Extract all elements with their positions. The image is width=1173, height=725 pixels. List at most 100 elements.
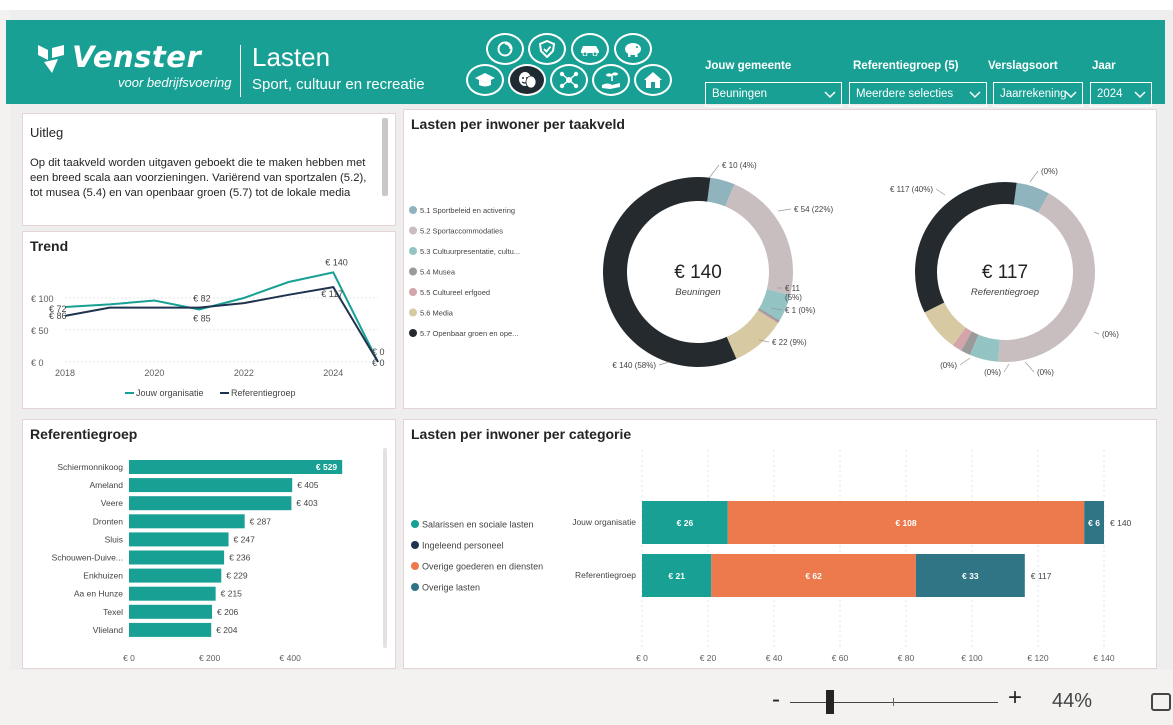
bar-segment-label: € 26 (677, 518, 694, 528)
donut-center-value: € 140 (674, 262, 722, 283)
legend-dot (409, 308, 417, 317)
finance-icon[interactable] (486, 33, 524, 65)
bar-category-label: Jouw organisatie (572, 517, 636, 527)
piggybank-icon[interactable] (614, 33, 652, 65)
house-icon[interactable] (634, 64, 672, 96)
y-tick-label: € 0 (31, 358, 44, 368)
series-line (64, 271, 379, 363)
referentiegroep-dropdown[interactable]: Meerdere selecties (849, 82, 987, 107)
uitleg-text: Op dit taakveld worden uitgaven geboekt … (30, 157, 367, 199)
legend-label: Jouw organisatie (136, 388, 204, 398)
legend-dot (409, 226, 417, 235)
fit-to-page-icon[interactable] (1151, 693, 1171, 711)
slice-label: (0%) (984, 368, 1001, 377)
bar (129, 496, 292, 511)
hand-plant-icon[interactable] (592, 64, 630, 96)
bar (129, 514, 245, 529)
gemeente-dropdown[interactable]: Beuningen (705, 82, 842, 107)
y-tick-label: € 50 (31, 326, 49, 336)
top-strip (0, 0, 1173, 10)
zoom-in-button[interactable]: + (1008, 684, 1022, 712)
bar (129, 622, 212, 637)
bar-segment-label: € 21 (668, 571, 685, 581)
bar-value-label: € 206 (217, 607, 239, 617)
referentiegroep-scrollbar[interactable] (383, 448, 387, 648)
legend-label: Overige goederen en diensten (422, 562, 543, 572)
x-tick-label: € 0 (636, 653, 648, 663)
bar-value-label: € 229 (226, 571, 248, 581)
taakveld-chart: 5.1 Sportbeleid en activering 5.2 Sportac… (409, 161, 1119, 377)
legend-dot (411, 562, 419, 570)
car-icon[interactable] (571, 33, 609, 65)
leader-line (935, 188, 946, 196)
x-tick-label: € 80 (898, 653, 915, 663)
referentiegroep-dropdown-value: Meerdere selecties (856, 88, 954, 100)
leader-line (1029, 170, 1039, 183)
legend-label: Referentiegroep (231, 388, 296, 398)
graduation-cap-icon[interactable] (466, 64, 504, 96)
zoom-slider-thumb[interactable] (826, 690, 834, 714)
bar-category-label: Schiermonnikoog (57, 462, 123, 472)
leader-line (959, 357, 971, 366)
chevron-down-icon (1065, 91, 1077, 99)
page-title: Lasten (252, 42, 331, 72)
bar-total-label: € 117 (1031, 571, 1052, 581)
venster-logo-icon (38, 45, 64, 73)
legend-dot (411, 520, 419, 528)
donut-center-value: € 117 (982, 262, 1028, 283)
zoom-out-button[interactable]: - (772, 686, 780, 714)
legend-label: 5.7 Openbaar groen en ope... (420, 329, 518, 338)
social-icon[interactable] (550, 64, 588, 96)
legend-label: Salarissen en sociale lasten (422, 520, 534, 530)
leader-line (708, 164, 720, 179)
legend-dot (409, 288, 417, 296)
chevron-down-icon (824, 91, 836, 99)
referentiegroep-chart: € 0 € 200 € 400 Schiermonnikoog € 529 Ameland… (52, 460, 343, 663)
bar-category-label: Veere (101, 498, 123, 508)
bar-value-label: € 403 (296, 498, 318, 508)
slice-label: (0%) (1102, 330, 1119, 339)
legend-label: 5.1 Sportbeleid en activering (420, 206, 515, 215)
donut-center-label: Referentiegroep (971, 287, 1039, 298)
data-label: € 140 (325, 257, 348, 267)
slice-label: € 140 (58%) (612, 361, 656, 370)
shield-icon[interactable] (528, 33, 566, 65)
legend-label: 5.4 Musea (420, 268, 456, 277)
slice-label: € 117 (40%) (890, 185, 933, 194)
x-tick-label: 2018 (55, 368, 75, 378)
bar-category-label: Dronten (93, 516, 124, 526)
bar-segment-label: € 62 (805, 571, 822, 581)
jaar-dropdown[interactable]: 2024 (1090, 82, 1152, 107)
slice-label: € 10 (4%) (722, 161, 757, 170)
donut-center-label: Beuningen (675, 287, 720, 298)
uitleg-scrollbar[interactable] (382, 118, 388, 196)
bar (129, 586, 216, 601)
bar-value-label: € 215 (221, 589, 243, 599)
report-header: Venster voor bedrijfsvoering Lasten Spor… (6, 20, 1165, 107)
bar-value-label: € 287 (250, 516, 272, 526)
categorie-chart: € 0 € 20 € 40 € 60 € 80 € 100 € 120 € 140 Salari… (411, 450, 1132, 663)
x-tick-label: 2024 (323, 368, 343, 378)
leader-line (777, 208, 792, 212)
bar-category-label: Aa en Hunze (74, 589, 123, 599)
zoom-slider-tick (893, 698, 894, 706)
bar-segment-label: € 6 (1088, 518, 1100, 528)
trend-chart: € 0€ 50€ 1002018 2020 2022 2024€ 86€ 72€ 82… (31, 257, 385, 398)
uitleg-title: Uitleg (30, 125, 64, 140)
bar (129, 550, 225, 565)
leader-line (658, 361, 670, 366)
data-label: € 0 (372, 358, 385, 368)
legend-label: Overige lasten (422, 583, 480, 593)
verslagsoort-dropdown[interactable]: Jaarrekening (993, 82, 1083, 107)
y-tick-label: € 100 (31, 294, 54, 304)
slice-label: (0%) (940, 361, 957, 370)
zoom-slider-track[interactable] (790, 702, 998, 703)
legend-dot (411, 541, 419, 549)
leader-line (1024, 361, 1035, 373)
slice-label: (0%) (1041, 167, 1058, 176)
data-label: € 0 (372, 347, 385, 357)
theater-masks-icon[interactable] (508, 64, 546, 96)
bar-category-label: Texel (103, 607, 123, 617)
bar-value-label: € 204 (216, 625, 238, 635)
chevron-down-icon (969, 91, 981, 99)
